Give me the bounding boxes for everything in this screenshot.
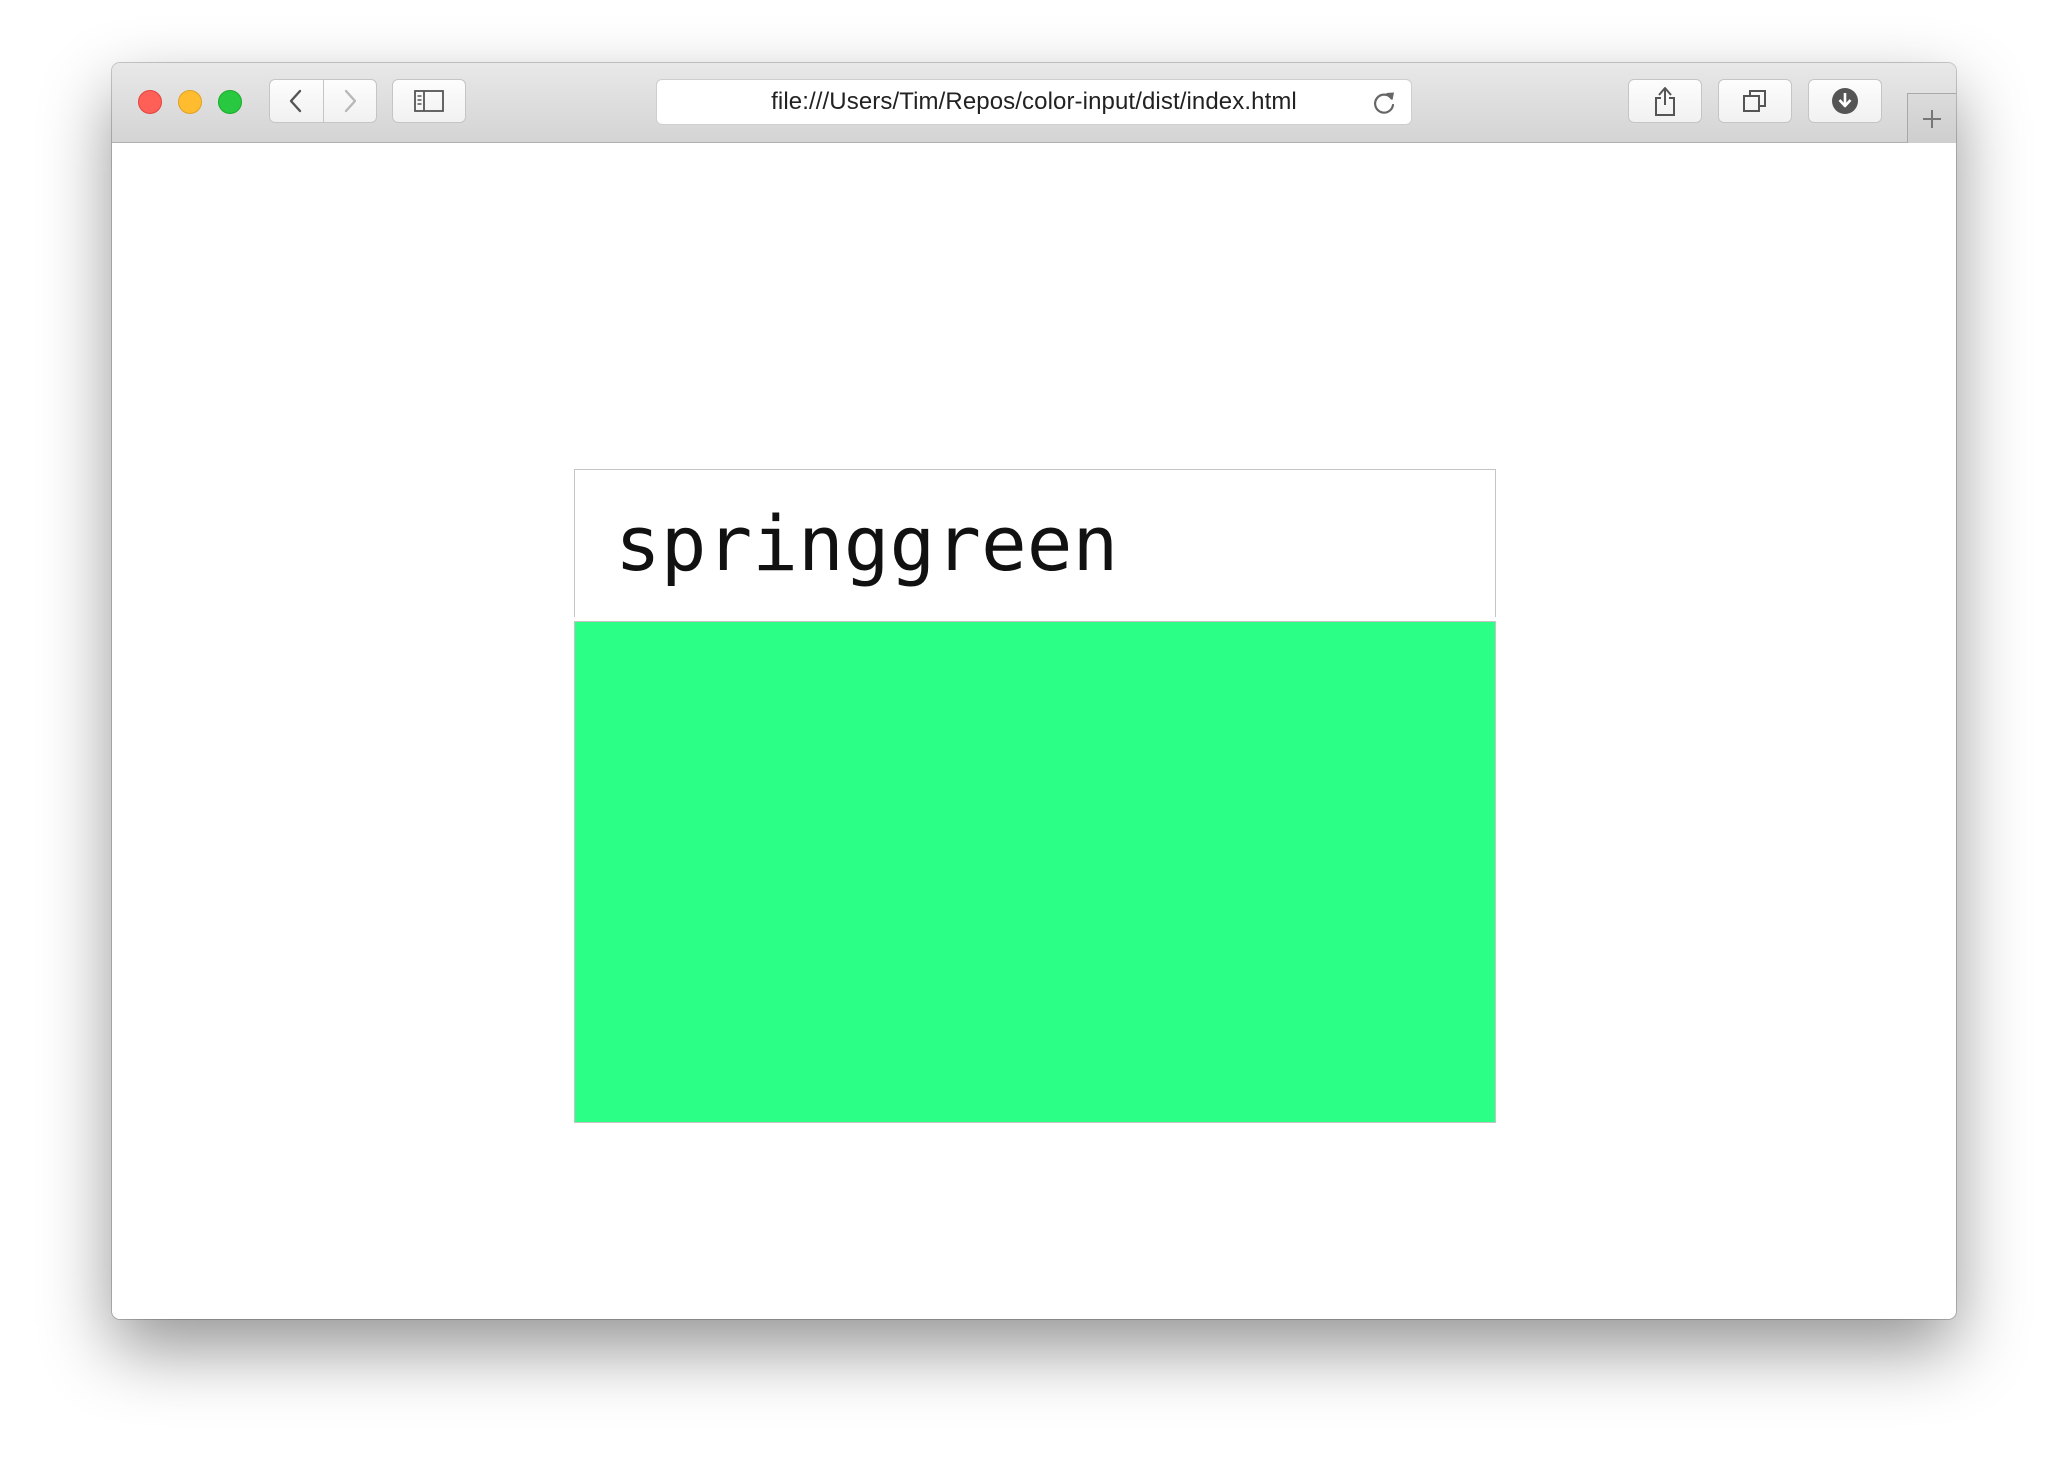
address-bar[interactable]: file:///Users/Tim/Repos/color-input/dist…	[656, 79, 1412, 125]
back-forward-group	[269, 79, 377, 123]
close-window-icon[interactable]	[138, 90, 162, 114]
browser-toolbar: file:///Users/Tim/Repos/color-input/dist…	[112, 63, 1956, 143]
reload-icon[interactable]	[1371, 89, 1397, 122]
color-swatch	[574, 621, 1496, 1123]
chevron-left-icon	[290, 89, 302, 113]
color-name-input[interactable]	[574, 469, 1496, 617]
plus-icon	[1923, 109, 1941, 128]
tabs-overview-button[interactable]	[1718, 79, 1792, 123]
tabs-overview-icon	[1743, 90, 1766, 112]
share-button[interactable]	[1628, 79, 1702, 123]
sidebar-icon	[414, 90, 444, 112]
share-icon	[1655, 87, 1675, 116]
forward-button[interactable]	[322, 80, 377, 122]
back-button[interactable]	[270, 80, 323, 122]
sidebar-button[interactable]	[392, 79, 466, 123]
url-text[interactable]: file:///Users/Tim/Repos/color-input/dist…	[657, 80, 1411, 124]
chevron-right-icon	[344, 89, 356, 113]
download-icon	[1832, 88, 1858, 114]
zoom-window-icon[interactable]	[218, 90, 242, 114]
minimize-window-icon[interactable]	[178, 90, 202, 114]
downloads-button[interactable]	[1808, 79, 1882, 123]
new-tab-button[interactable]	[1907, 93, 1956, 143]
browser-window: file:///Users/Tim/Repos/color-input/dist…	[112, 63, 1956, 1319]
page-content	[112, 143, 1956, 1319]
